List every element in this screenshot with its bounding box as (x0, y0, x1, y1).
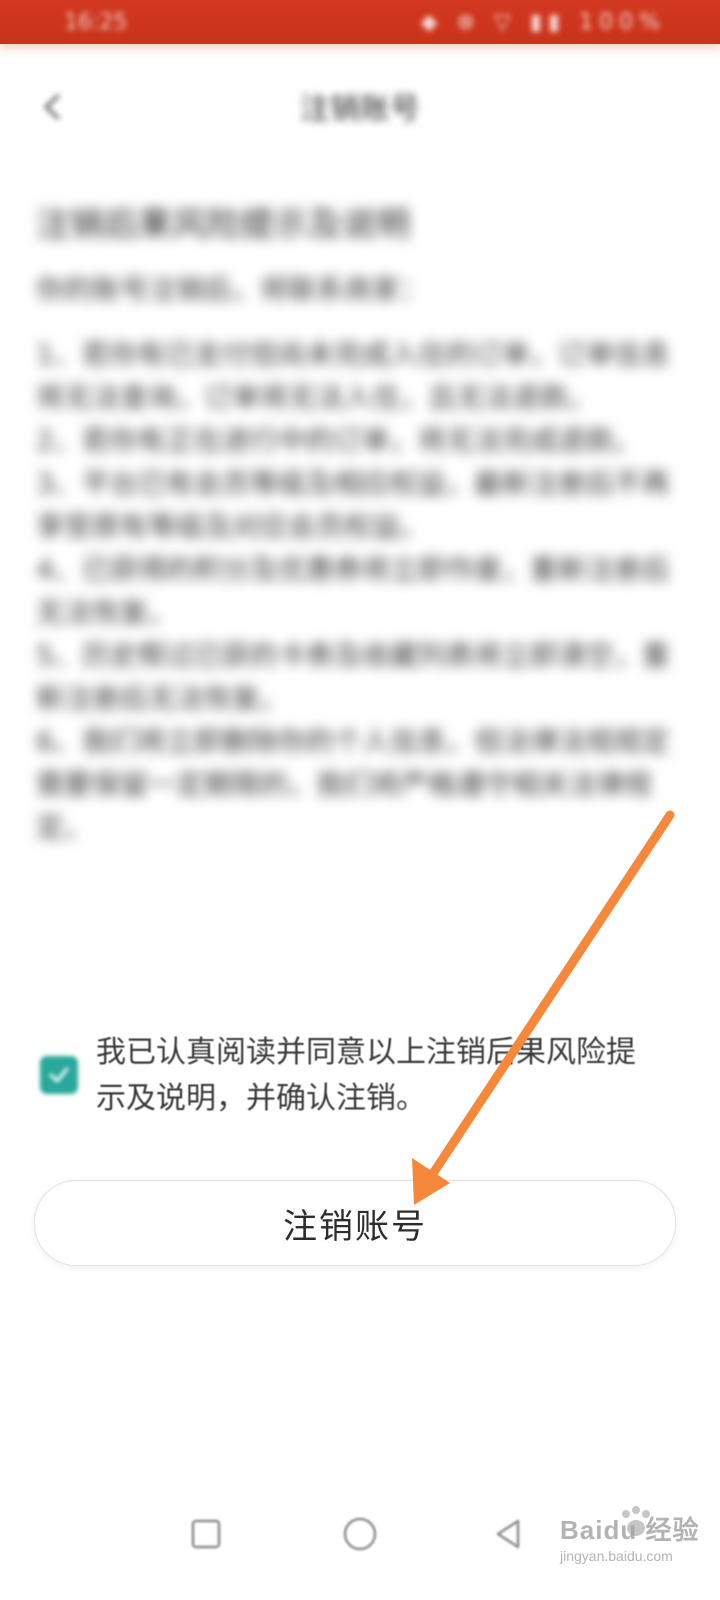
paw-icon (622, 1506, 650, 1536)
square-icon (191, 1519, 221, 1549)
deregister-button[interactable]: 注销账号 (34, 1180, 676, 1266)
status-time: 16:25 (64, 10, 128, 35)
circle-icon (343, 1517, 377, 1551)
checkmark-icon (49, 1067, 69, 1083)
notice-heading: 注销后果风险提示及说明 (36, 205, 410, 245)
notice-content: 注销后果风险提示及说明 你的账号注销后，将联系商家： 1、若你有已支付但尚未完成… (36, 195, 676, 849)
notice-item: 2、若你有正在进行中的订单，将无法完成退款。 (36, 424, 642, 457)
page-title: 注销账号 (300, 92, 420, 127)
notice-intro: 你的账号注销后，将联系商家： (36, 273, 429, 306)
watermark-url: jingyan.baidu.com (560, 1548, 673, 1564)
nav-back-button[interactable] (486, 1512, 530, 1556)
agreement-label: 我已认真阅读并同意以上注销后果风险提示及说明，并确认注销。 (96, 1035, 636, 1116)
notice-item: 6、我们将立即删除你的个人信息，但法律法规规定需要保留一定期限的，我们将严格遵守… (36, 725, 670, 844)
notice-item: 4、已获得的积分及优惠券将立即作废，重新注册后无法恢复。 (36, 553, 670, 629)
triangle-back-icon (496, 1519, 520, 1549)
agreement-text: 我已认真阅读并同意以上注销后果风险提示及说明，并确认注销。 (96, 1030, 656, 1122)
status-bar: 16:25 ◆ ⊗ ▽ ▮▮ 100% (0, 0, 720, 44)
baidu-watermark: Baidu 经验 jingyan.baidu.com (560, 1506, 700, 1574)
notice-item: 1、若你有已支付但尚未完成入住的订单，订单信息将无法查询，订单将无法入住，且无法… (36, 338, 670, 414)
status-icons: ◆ ⊗ ▽ ▮▮ 100% (420, 10, 666, 35)
notice-item: 5、历史帮过已获的卡券及收藏列表将立即清空，重新注册后无法恢复。 (36, 639, 670, 715)
home-button[interactable] (338, 1512, 382, 1556)
notice-item: 3、平台已有会员等级及相应权益，最新注册后不再享受原有等级及对应会员权益。 (36, 467, 670, 543)
header: 注销账号 (0, 70, 720, 140)
recent-apps-button[interactable] (184, 1512, 228, 1556)
agree-checkbox[interactable] (40, 1056, 78, 1094)
agreement-row: 我已认真阅读并同意以上注销后果风险提示及说明，并确认注销。 (40, 1030, 680, 1122)
